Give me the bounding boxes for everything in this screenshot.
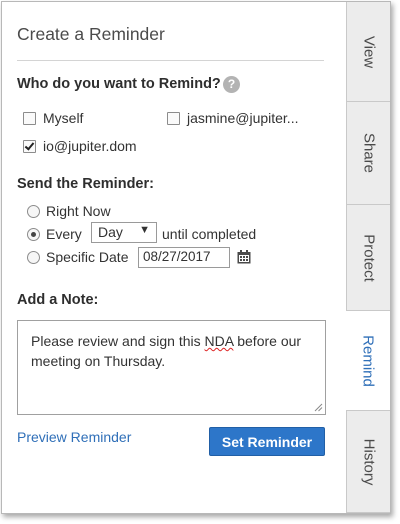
tab-view[interactable]: View (346, 2, 390, 102)
every-label: Every (46, 226, 82, 242)
tab-history[interactable]: History (346, 411, 390, 513)
note-heading: Add a Note: (17, 292, 99, 308)
date-input[interactable]: 08/27/2017 (138, 247, 230, 268)
io-label: io@jupiter.dom (43, 138, 137, 154)
title-divider (17, 60, 324, 61)
dropdown-arrow-icon: ▼ (139, 224, 150, 236)
tab-view-label: View (360, 35, 377, 68)
note-text-flagged: NDA (204, 333, 234, 349)
specific-date-label: Specific Date (46, 249, 129, 265)
tab-history-label: History (360, 438, 377, 485)
jasmine-label: jasmine@jupiter... (187, 110, 299, 126)
reminder-panel: Create a Reminder Who do you want to Rem… (1, 1, 391, 514)
myself-checkbox[interactable] (23, 112, 36, 125)
tab-share[interactable]: Share (346, 102, 390, 205)
note-textarea[interactable]: Please review and sign this NDA before o… (17, 320, 326, 415)
tab-remind[interactable]: Remind (346, 311, 390, 411)
frequency-value: Day (98, 224, 123, 240)
help-icon[interactable]: ? (223, 76, 240, 93)
tab-protect[interactable]: Protect (346, 205, 390, 311)
every-radio[interactable] (27, 228, 40, 241)
reminder-form: Create a Reminder Who do you want to Rem… (2, 2, 346, 513)
side-tabs: View Share Protect Remind History (346, 2, 390, 513)
recipients-heading: Who do you want to Remind? (17, 76, 221, 92)
send-heading: Send the Reminder: (17, 176, 154, 192)
right-now-radio[interactable] (27, 205, 40, 218)
set-reminder-button[interactable]: Set Reminder (209, 427, 325, 456)
calendar-icon[interactable] (237, 250, 251, 264)
specific-date-radio[interactable] (27, 251, 40, 264)
tab-protect-label: Protect (360, 233, 377, 282)
right-now-label: Right Now (46, 203, 111, 219)
tab-remind-label: Remind (359, 334, 377, 387)
resize-handle-icon[interactable] (314, 403, 323, 412)
panel-title: Create a Reminder (17, 24, 165, 44)
preview-reminder-link[interactable]: Preview Reminder (17, 429, 131, 445)
jasmine-checkbox[interactable] (167, 112, 180, 125)
note-text-start: Please review and sign this (31, 333, 205, 349)
until-completed-label: until completed (162, 226, 257, 242)
frequency-select[interactable]: Day ▼ (91, 222, 157, 243)
tab-share-label: Share (360, 132, 377, 174)
io-checkbox[interactable] (23, 140, 36, 153)
myself-label: Myself (43, 110, 84, 126)
